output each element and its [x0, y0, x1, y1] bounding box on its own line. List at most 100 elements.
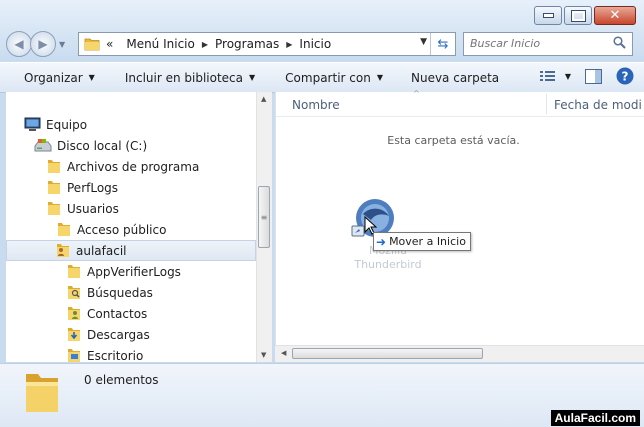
breadcrumb-item[interactable]: Menú Inicio: [126, 37, 195, 51]
scroll-down-arrow[interactable]: ▼: [261, 351, 266, 359]
organize-button[interactable]: Organizar ▼: [16, 67, 103, 89]
share-with-button[interactable]: Compartir con ▼: [277, 67, 391, 89]
folder-icon: [84, 38, 100, 51]
close-button[interactable]: ✕: [594, 6, 636, 25]
breadcrumb-item[interactable]: Inicio: [299, 37, 331, 51]
scrollbar-thumb[interactable]: [292, 348, 483, 359]
refresh-button[interactable]: ⇆: [430, 33, 455, 55]
tree-item-label: Acceso público: [77, 222, 167, 237]
minimize-button[interactable]: [534, 6, 562, 25]
tree-item-escritorio[interactable]: Escritorio: [66, 345, 143, 362]
new-folder-label: Nueva carpeta: [410, 70, 500, 85]
horizontal-scrollbar[interactable]: ◀: [275, 345, 644, 362]
tree-item-contactos[interactable]: Contactos: [66, 303, 147, 324]
folder-icon: [68, 265, 80, 278]
breadcrumb-overflow[interactable]: «: [106, 37, 113, 51]
tree-item-label: Equipo: [46, 117, 88, 132]
watermark-text: AulaFacil.com: [550, 410, 640, 426]
tree-item-acceso-publico[interactable]: Acceso público: [56, 219, 166, 240]
scrollbar-thumb[interactable]: ≡: [258, 186, 270, 248]
tree-item-label: Usuarios: [67, 201, 119, 216]
address-bar[interactable]: « Menú Inicio ▶ Programas ▶ Inicio ▼ ⇆: [78, 32, 456, 56]
recent-pages-dropdown[interactable]: ▼: [59, 40, 69, 49]
preview-pane-icon[interactable]: [585, 68, 602, 84]
contacts-folder-icon: [68, 307, 80, 320]
navigation-buttons: ◀ ▶ ▼: [6, 31, 69, 57]
tree-item-label: AppVerifierLogs: [87, 264, 181, 279]
address-dropdown-button[interactable]: ▼: [420, 37, 427, 47]
tree-item-disco-local[interactable]: Disco local (C:): [34, 135, 147, 156]
folder-icon: [48, 160, 60, 173]
view-list-icon: [539, 70, 555, 81]
organize-label: Organizar: [24, 70, 83, 85]
tree-item-label: PerfLogs: [67, 180, 119, 195]
folder-icon: [26, 374, 58, 412]
tree-item-descargas[interactable]: Descargas: [66, 324, 150, 345]
drag-drop-tooltip: ➜ Mover a Inicio: [373, 232, 471, 251]
move-arrow-icon: ➜: [376, 234, 387, 249]
column-headers: ^ Nombre Fecha de modi: [276, 89, 644, 117]
tree-item-archivos-de-programa[interactable]: Archivos de programa: [46, 156, 199, 177]
tree-item-label: Escritorio: [87, 348, 144, 363]
item-count: 0 elementos: [84, 373, 159, 387]
folder-icon: [58, 223, 70, 236]
include-library-label: Incluir en biblioteca: [124, 70, 244, 85]
tree-item-equipo[interactable]: Equipo: [24, 114, 87, 135]
drive-icon: [34, 139, 52, 152]
details-pane: 0 elementos: [0, 363, 644, 427]
explorer-window: ✕ ◀ ▶ ▼ « Menú Inicio ▶ Programas ▶ Inic…: [0, 0, 644, 427]
breadcrumb-separator[interactable]: ▶: [202, 40, 208, 49]
change-view-button[interactable]: ▼: [539, 70, 571, 83]
tree-item-usuarios[interactable]: Usuarios: [46, 198, 119, 219]
close-icon: ✕: [609, 8, 621, 23]
breadcrumb-separator[interactable]: ▶: [286, 40, 292, 49]
tree-item-perflogs[interactable]: PerfLogs: [46, 177, 118, 198]
chevron-down-icon: ▼: [376, 73, 383, 82]
folder-icon: [48, 181, 60, 194]
minimize-icon: [542, 13, 554, 18]
forward-button[interactable]: ▶: [30, 31, 56, 57]
navigation-scrollbar[interactable]: ▲ ≡ ▼: [256, 92, 272, 362]
sort-indicator-icon: ^: [413, 89, 420, 98]
back-button[interactable]: ◀: [6, 31, 32, 57]
column-header-date[interactable]: Fecha de modi: [554, 98, 642, 112]
scroll-up-arrow[interactable]: ▲: [261, 95, 266, 103]
computer-icon: [24, 117, 41, 131]
desktop-folder-icon: [68, 349, 80, 362]
breadcrumb: « Menú Inicio ▶ Programas ▶ Inicio: [106, 37, 331, 51]
new-folder-button[interactable]: Nueva carpeta: [403, 67, 507, 89]
tree-item-label: Disco local (C:): [57, 138, 148, 153]
tree-item-label: aulafacil: [76, 243, 127, 258]
tree-item-aulafacil[interactable]: aulafacil: [6, 240, 256, 261]
user-folder-icon: [57, 244, 69, 257]
file-list-pane[interactable]: ^ Nombre Fecha de modi Esta carpeta está…: [275, 89, 644, 362]
include-in-library-button[interactable]: Incluir en biblioteca ▼: [117, 67, 263, 89]
window-controls: ✕: [534, 6, 636, 25]
tree-item-appverifierlogs[interactable]: AppVerifierLogs: [66, 261, 181, 282]
view-controls: ▼ ?: [539, 67, 634, 85]
chevron-down-icon: ▼: [88, 73, 95, 82]
navigation-pane: Equipo Disco local (C:) Archivos de prog…: [6, 92, 272, 362]
chevron-down-icon: ▼: [564, 71, 571, 81]
breadcrumb-item[interactable]: Programas: [215, 37, 279, 51]
downloads-folder-icon: [68, 328, 80, 341]
column-divider[interactable]: [546, 94, 547, 114]
maximize-icon: [570, 9, 586, 22]
maximize-button[interactable]: [564, 6, 592, 25]
search-icon[interactable]: [613, 36, 626, 49]
tree-item-busquedas[interactable]: Búsquedas: [66, 282, 153, 303]
search-box[interactable]: [463, 32, 633, 56]
search-folder-icon: [68, 286, 80, 299]
column-header-name[interactable]: Nombre: [292, 98, 340, 112]
forward-arrow-icon: ▶: [38, 37, 48, 51]
search-input[interactable]: [464, 33, 616, 53]
help-icon[interactable]: ?: [616, 67, 634, 85]
tree-item-label: Descargas: [87, 327, 150, 342]
drag-item-label-line2: Thunderbird: [354, 258, 422, 271]
empty-folder-message: Esta carpeta está vacía.: [387, 134, 520, 147]
command-bar: Organizar ▼ Incluir en biblioteca ▼ Compar…: [0, 62, 644, 93]
chevron-down-icon: ▼: [249, 73, 256, 82]
share-label: Compartir con: [285, 70, 371, 85]
tree-item-label: Archivos de programa: [67, 159, 200, 174]
scroll-left-arrow[interactable]: ◀: [281, 349, 286, 357]
